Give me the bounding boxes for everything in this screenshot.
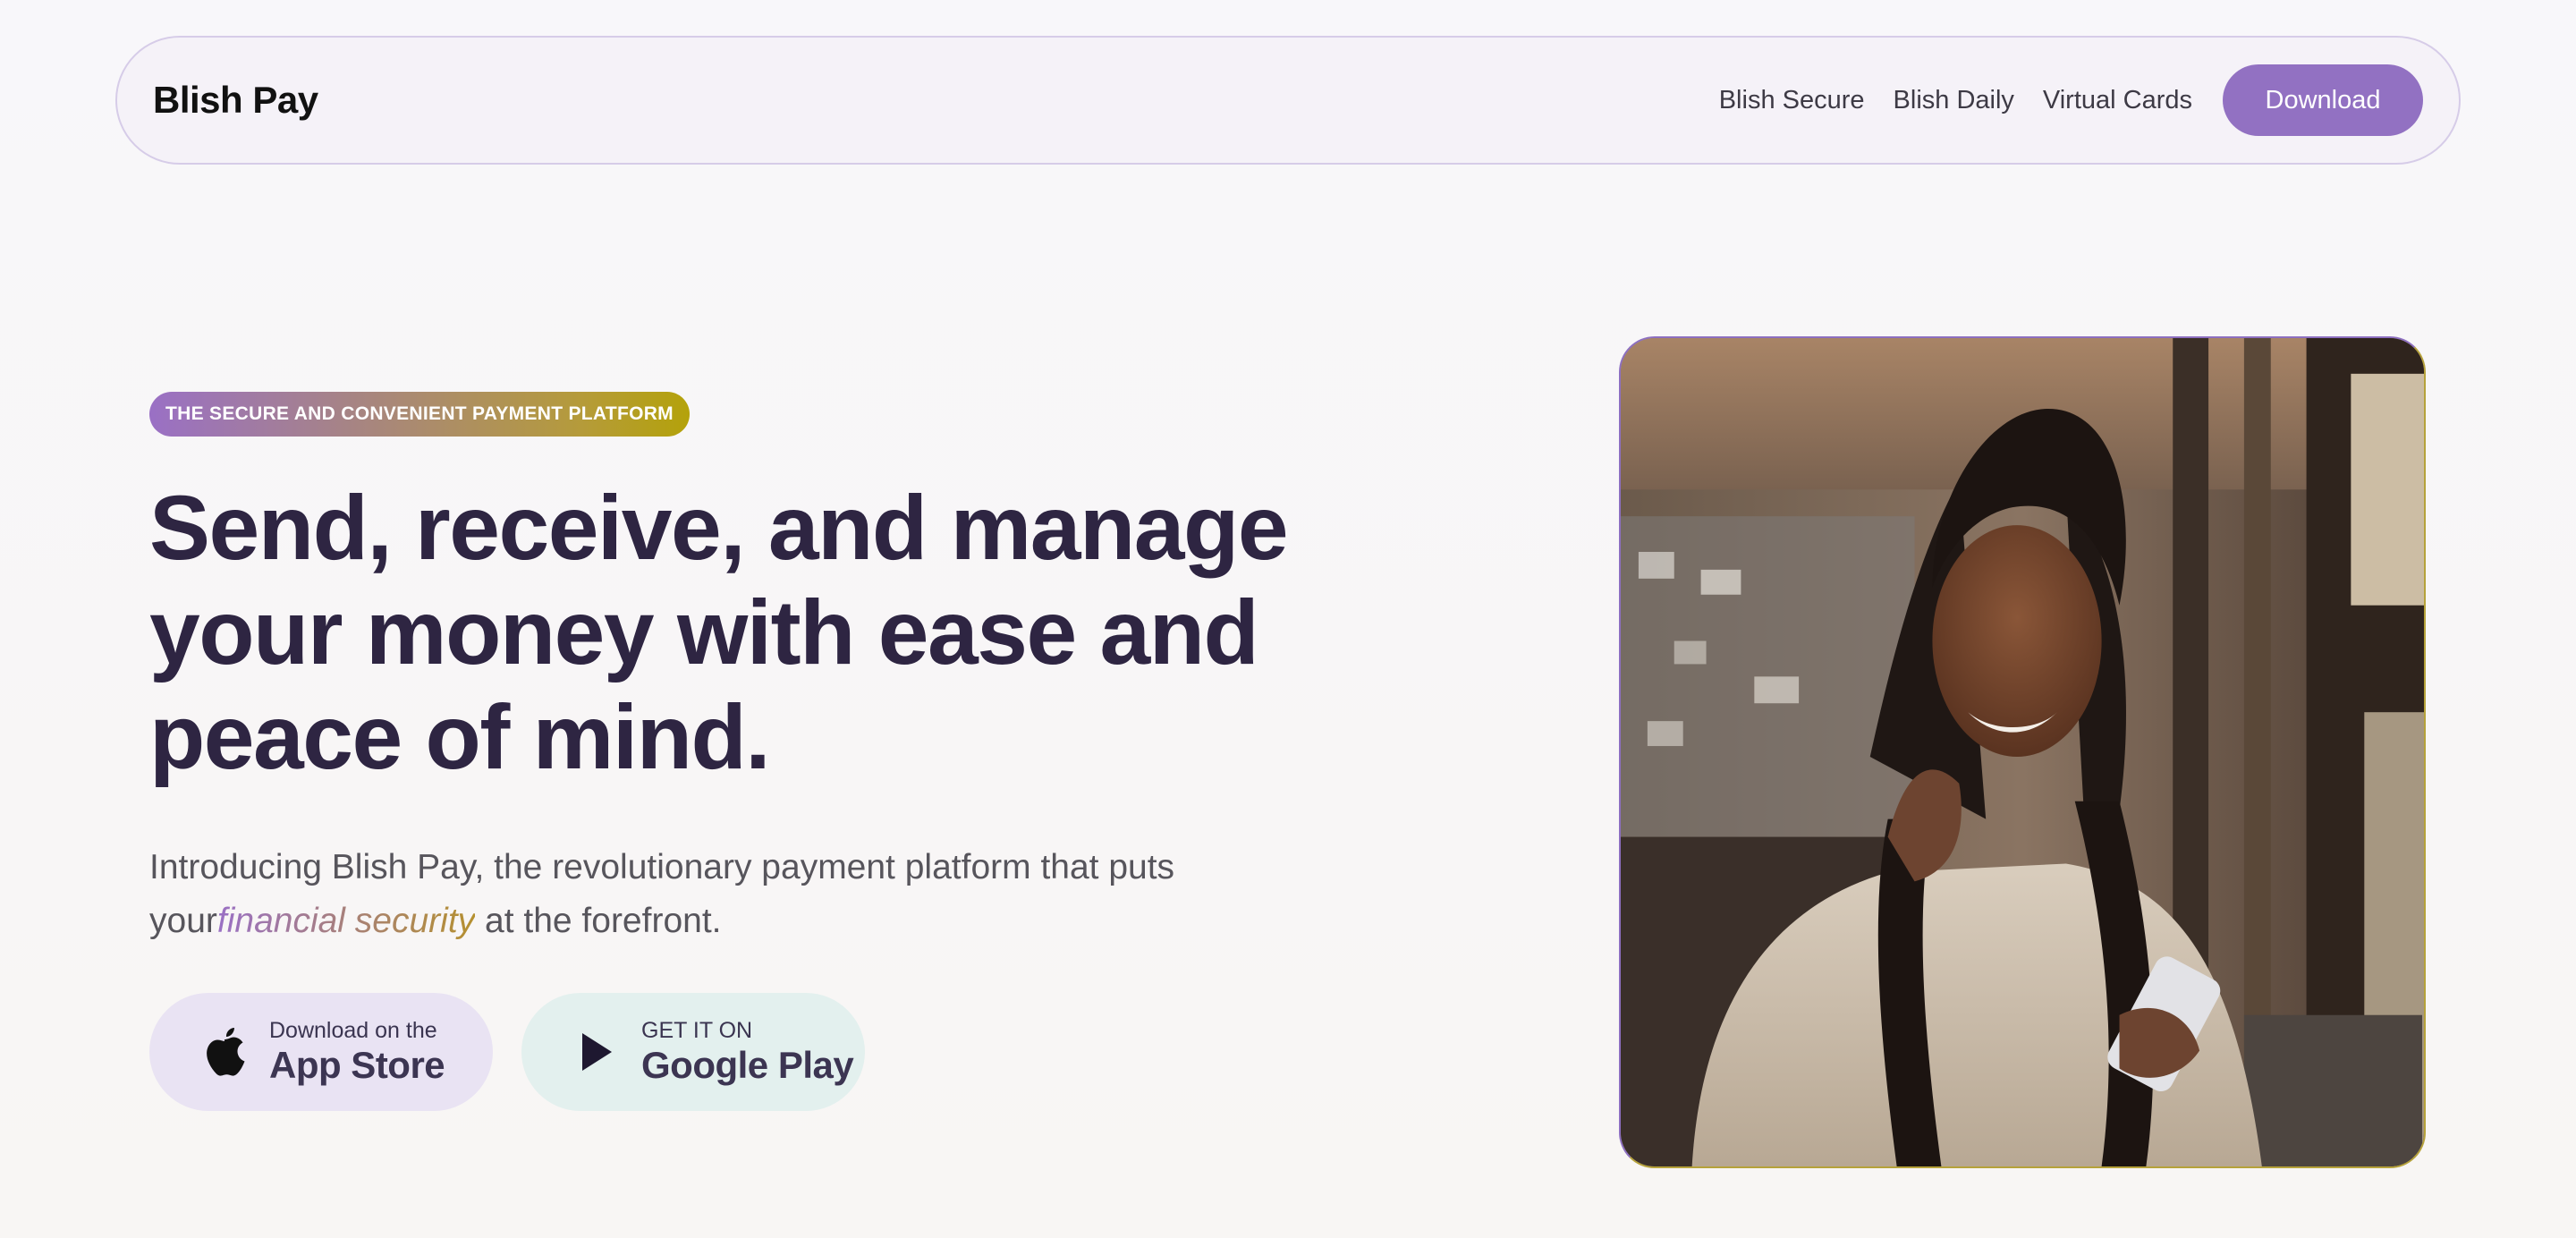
navbar: Blish Pay Blish Secure Blish Daily Virtu… xyxy=(115,36,2461,165)
google-play-button[interactable]: GET IT ON Google Play xyxy=(521,993,865,1111)
headline-line-2: your money with ease and xyxy=(149,581,1259,683)
hero-photo xyxy=(1619,336,2426,1168)
eyebrow-badge: THE SECURE AND CONVENIENT PAYMENT PLATFO… xyxy=(149,392,690,437)
app-store-button[interactable]: Download on the App Store xyxy=(149,993,493,1111)
headline-line-3: peace of mind. xyxy=(149,686,771,788)
google-play-big: Google Play xyxy=(641,1044,854,1086)
headline-line-1: Send, receive, and manage xyxy=(149,477,1289,579)
apple-icon xyxy=(199,1027,250,1077)
google-play-small: GET IT ON xyxy=(641,1018,753,1043)
play-icon xyxy=(572,1027,622,1077)
nav-link-blish-daily[interactable]: Blish Daily xyxy=(1894,86,2014,115)
app-store-text: Download on the App Store xyxy=(269,1017,445,1087)
hero-headline: Send, receive, and manage your money wit… xyxy=(149,476,1312,790)
landing-page: Blish Pay Blish Secure Blish Daily Virtu… xyxy=(0,0,2576,1238)
intro-text-end: at the forefront. xyxy=(475,902,722,940)
intro-accent: financial security xyxy=(216,902,476,940)
app-store-small: Download on the xyxy=(269,1018,437,1043)
hero-intro: Introducing Blish Pay, the revolutionary… xyxy=(149,841,1312,948)
app-store-big: App Store xyxy=(269,1044,445,1086)
nav-links: Blish Secure Blish Daily Virtual Cards D… xyxy=(1690,64,2423,136)
nav-link-blish-secure[interactable]: Blish Secure xyxy=(1719,86,1865,115)
google-play-text: GET IT ON Google Play xyxy=(641,1017,854,1087)
nav-link-virtual-cards[interactable]: Virtual Cards xyxy=(2043,86,2192,115)
brand-logo[interactable]: Blish Pay xyxy=(153,79,318,122)
download-button[interactable]: Download xyxy=(2223,64,2423,136)
